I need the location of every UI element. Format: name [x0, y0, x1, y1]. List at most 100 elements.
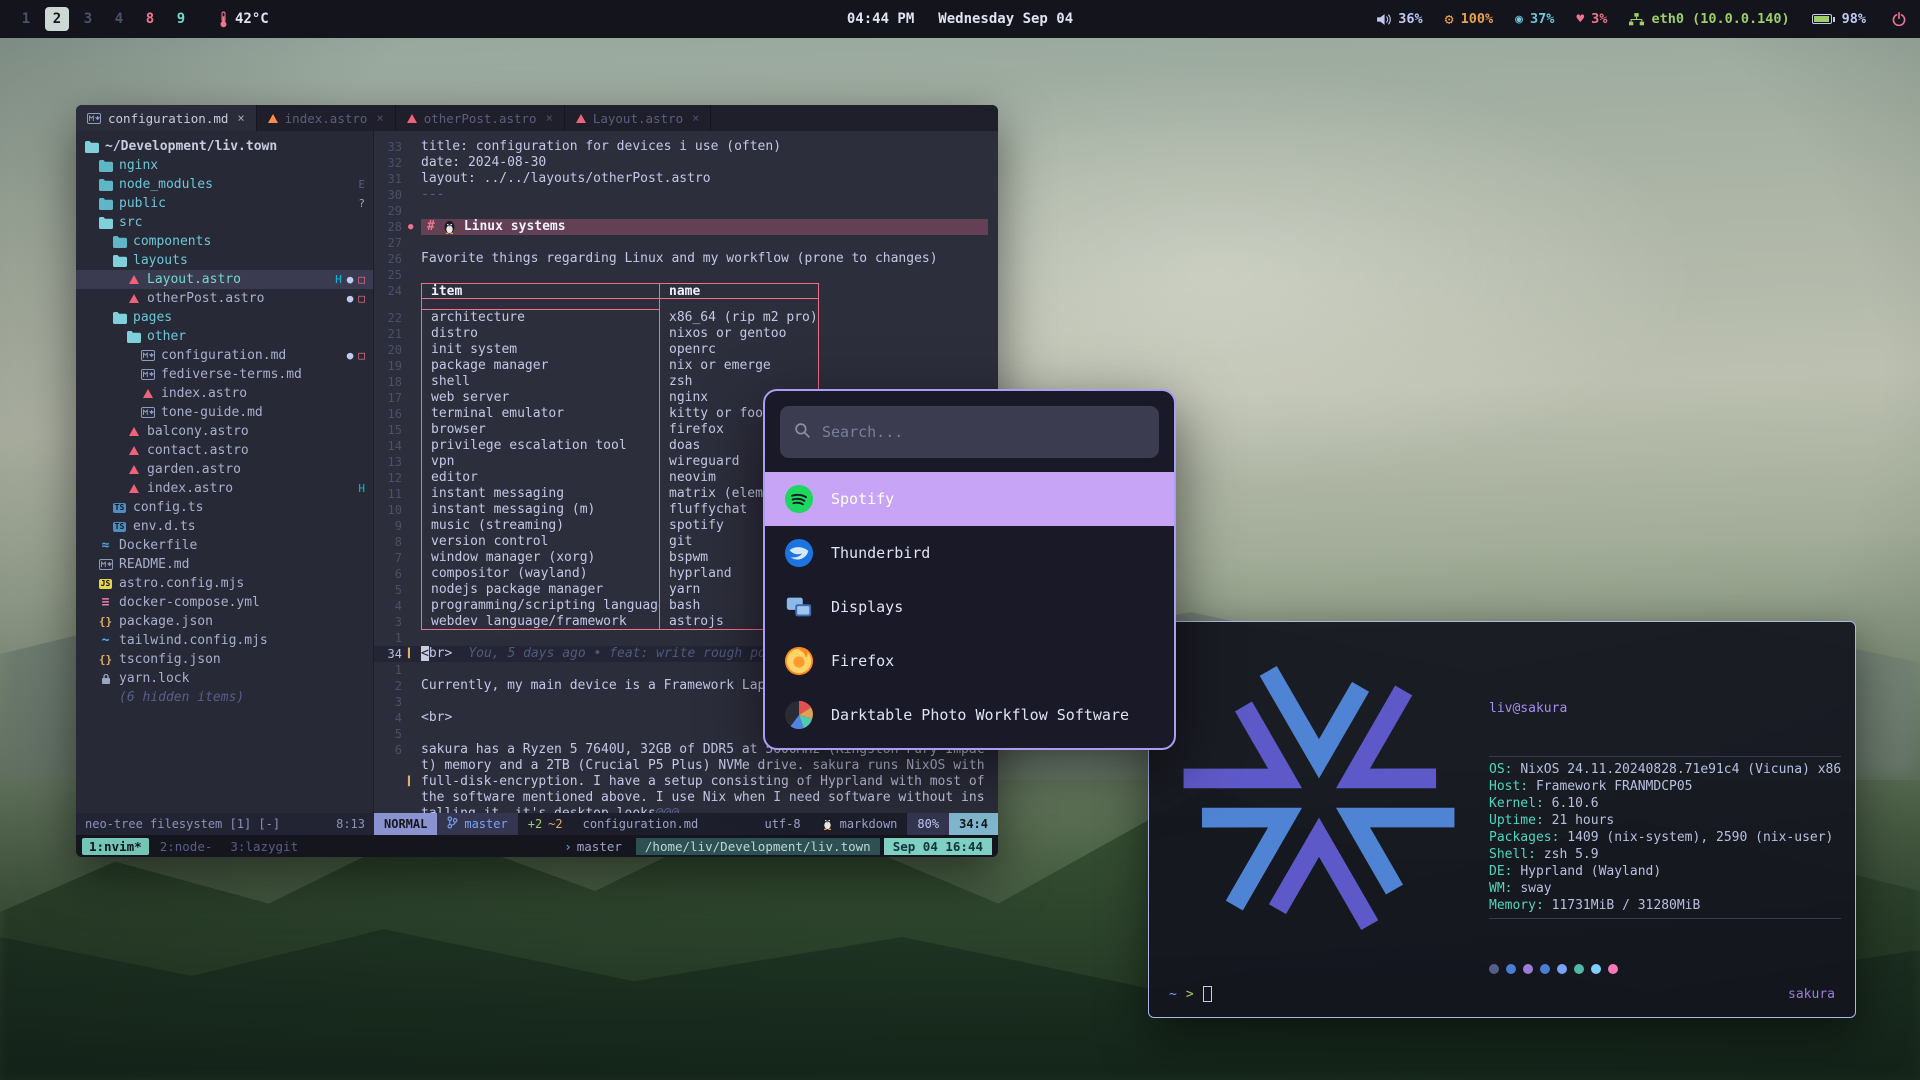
close-icon[interactable]: ×: [376, 111, 383, 125]
tree-item-yarn.lock[interactable]: yarn.lock: [76, 669, 373, 688]
tmux-window-3:lazygit[interactable]: 3:lazygit: [223, 838, 305, 855]
tree-item-Layout.astro[interactable]: Layout.astroH●□: [76, 270, 373, 289]
fetch-user-host: liv@sakura: [1489, 700, 1841, 717]
launcher-search[interactable]: [780, 406, 1159, 458]
launcher-item-Spotify[interactable]: Spotify: [765, 472, 1174, 526]
table-row: 20init systemopenrc: [374, 342, 998, 358]
tab-configuration.md[interactable]: configuration.md×: [76, 105, 257, 131]
tree-item-otherPost.astro[interactable]: otherPost.astro●□: [76, 289, 373, 308]
tree-item-balcony.astro[interactable]: balcony.astro: [76, 422, 373, 441]
power-button[interactable]: [1892, 12, 1906, 26]
close-icon[interactable]: ×: [692, 111, 699, 125]
search-input[interactable]: [822, 423, 1145, 441]
tab-index.astro[interactable]: index.astro×: [257, 105, 396, 131]
line-number: 31: [374, 171, 408, 187]
clock-module[interactable]: 04:44 PM Wednesday Sep 04: [847, 11, 1073, 27]
tree-item-configuration.md[interactable]: configuration.md●□: [76, 346, 373, 365]
tree-item-fediverse-terms.md[interactable]: fediverse-terms.md: [76, 365, 373, 384]
sign-column: [408, 534, 421, 550]
tree-item-astro.config.mjs[interactable]: JSastro.config.mjs: [76, 574, 373, 593]
tree-item-label: tone-guide.md: [161, 405, 263, 420]
tree-item-markers: ●□: [347, 292, 365, 305]
sign-column: [408, 614, 421, 630]
tree-item-docker-compose.yml[interactable]: ≡docker-compose.yml: [76, 593, 373, 612]
sign-column: [408, 662, 421, 678]
sign-column: [408, 139, 421, 155]
tree-item-tsconfig.json[interactable]: {}tsconfig.json: [76, 650, 373, 669]
tree-item-label: Dockerfile: [119, 538, 197, 553]
tree-item-other[interactable]: other: [76, 327, 373, 346]
tree-item-nginx[interactable]: nginx: [76, 156, 373, 175]
nixos-logo: [1169, 648, 1469, 948]
tree-item-env.d.ts[interactable]: TSenv.d.ts: [76, 517, 373, 536]
tree-item-public[interactable]: public?: [76, 194, 373, 213]
sign-column: [408, 342, 421, 358]
tree-item-index.astro[interactable]: index.astroH: [76, 479, 373, 498]
workspace-2[interactable]: 2: [45, 7, 69, 31]
thunderbird-icon: [784, 538, 814, 568]
workspace-8[interactable]: 8: [138, 7, 162, 31]
disk-module[interactable]: ◉37%: [1515, 11, 1554, 27]
tree-item-layouts[interactable]: layouts: [76, 251, 373, 270]
editor-text: Favorite things regarding Linux and my w…: [421, 251, 938, 267]
tree-item-contact.astro[interactable]: contact.astro: [76, 441, 373, 460]
tmux-window-2:node-[interactable]: 2:node-: [153, 838, 220, 855]
tree-item-tone-guide.md[interactable]: tone-guide.md: [76, 403, 373, 422]
tab-otherPost.astro[interactable]: otherPost.astro×: [396, 105, 565, 131]
tree-item-config.ts[interactable]: TSconfig.ts: [76, 498, 373, 517]
workspace-4[interactable]: 4: [107, 7, 131, 31]
battery-module[interactable]: 98%: [1812, 11, 1866, 27]
editor-line: 29: [374, 203, 998, 219]
tree-item-~/Development/liv.town[interactable]: ~/Development/liv.town: [76, 137, 373, 156]
editor-line: 33title: configuration for devices i use…: [374, 139, 998, 155]
launcher-item-Thunderbird[interactable]: Thunderbird: [765, 526, 1174, 580]
tmux-window-1:nvim*[interactable]: 1:nvim*: [82, 838, 149, 855]
workspace-9[interactable]: 9: [169, 7, 193, 31]
editor-text: date: 2024-08-30: [421, 155, 546, 171]
editor-line: 32date: 2024-08-30: [374, 155, 998, 171]
tree-item-README.md[interactable]: README.md: [76, 555, 373, 574]
markdown-file-icon: [140, 350, 155, 361]
tree-item-node_modules[interactable]: node_modulesE: [76, 175, 373, 194]
palette-dot: [1608, 964, 1618, 974]
fastfetch-terminal[interactable]: liv@sakura OS: NixOS 24.11.20240828.71e9…: [1148, 621, 1856, 1018]
launcher-item-Darktable Photo Workflow Software[interactable]: Darktable Photo Workflow Software: [765, 688, 1174, 742]
tree-item-(6 hidden items)[interactable]: (6 hidden items): [76, 688, 373, 707]
sign-column: [408, 470, 421, 486]
launcher-item-Firefox[interactable]: Firefox: [765, 634, 1174, 688]
tree-item-pages[interactable]: pages: [76, 308, 373, 327]
temperature-module[interactable]: 42°C: [219, 11, 269, 28]
folder-open-icon: [98, 217, 113, 229]
tree-item-index.astro[interactable]: index.astro: [76, 384, 373, 403]
line-number: 6: [374, 566, 408, 582]
launcher-results: SpotifyThunderbirdDisplaysFirefoxDarktab…: [765, 472, 1174, 742]
workspace-3[interactable]: 3: [76, 7, 100, 31]
tree-item-garden.astro[interactable]: garden.astro: [76, 460, 373, 479]
astro-orange-icon: [268, 114, 278, 123]
volume-module[interactable]: 36%: [1376, 11, 1422, 27]
close-icon[interactable]: ×: [237, 111, 244, 125]
filetype-name: markdown: [840, 817, 898, 831]
tree-item-Dockerfile[interactable]: ≈Dockerfile: [76, 536, 373, 555]
sign-column: [408, 566, 421, 582]
tree-item-src[interactable]: src: [76, 213, 373, 232]
tree-item-label: public: [119, 196, 166, 211]
astro-file-icon: [140, 389, 155, 398]
tree-item-package.json[interactable]: {}package.json: [76, 612, 373, 631]
workspace-1[interactable]: 1: [14, 7, 38, 31]
astro-file-icon: [126, 275, 141, 284]
tree-item-markers: E: [358, 178, 365, 191]
tab-Layout.astro[interactable]: Layout.astro×: [565, 105, 712, 131]
network-module[interactable]: eth0 (10.0.0.140): [1629, 11, 1789, 27]
launcher-item-Displays[interactable]: Displays: [765, 580, 1174, 634]
load-module[interactable]: ♥3%: [1576, 11, 1607, 27]
close-icon[interactable]: ×: [546, 111, 553, 125]
brightness-module[interactable]: ⚙100%: [1445, 10, 1494, 28]
app-launcher: SpotifyThunderbirdDisplaysFirefoxDarktab…: [763, 389, 1176, 750]
scroll-percent: 80%: [907, 813, 949, 835]
tree-item-components[interactable]: components: [76, 232, 373, 251]
line-number: 16: [374, 406, 408, 422]
tree-item-tailwind.config.mjs[interactable]: ~tailwind.config.mjs: [76, 631, 373, 650]
info-shell: Shell: zsh 5.9: [1489, 846, 1841, 863]
shell-prompt[interactable]: ~ >: [1169, 986, 1212, 1002]
